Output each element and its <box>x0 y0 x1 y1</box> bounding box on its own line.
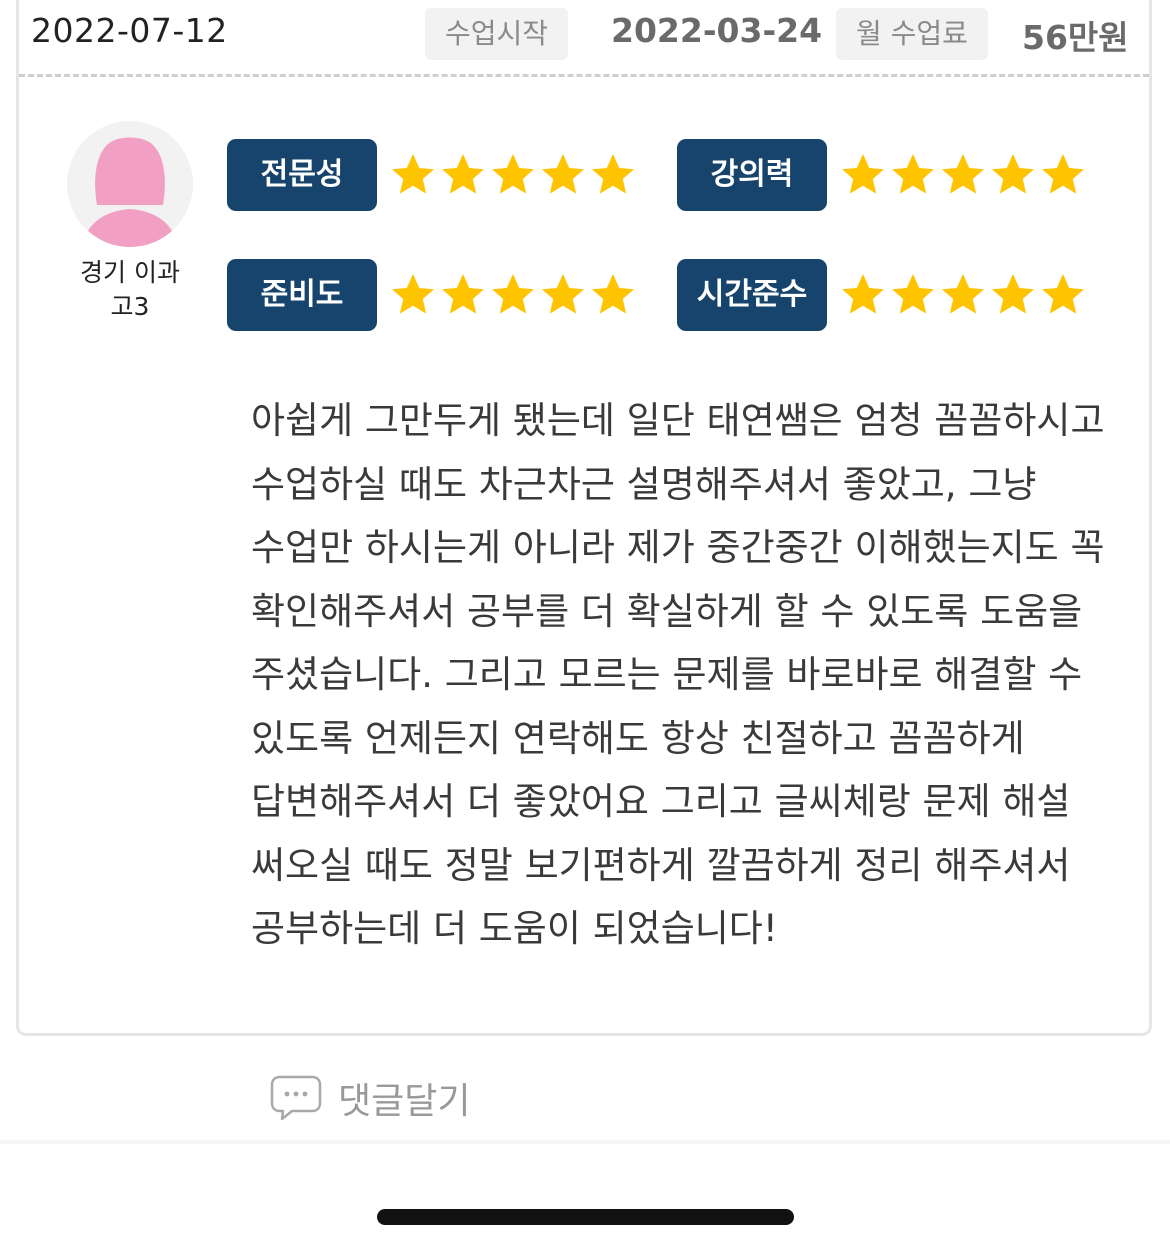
start-label: 수업시작 <box>425 8 569 60</box>
star-icon <box>892 154 934 194</box>
star-icon <box>942 154 984 194</box>
comment-button[interactable]: 댓글달기 <box>270 1072 470 1124</box>
speech-bubble-icon <box>270 1075 322 1121</box>
star-icon <box>492 274 534 314</box>
star-rating <box>389 271 637 319</box>
rating-label: 시간준수 <box>677 259 827 331</box>
star-icon <box>842 154 884 194</box>
start-date: 2022-03-24 <box>611 11 823 50</box>
review-card: 2022-07-12 수업시작 2022-03-24 월 수업료 56만원 경기… <box>16 0 1152 1036</box>
star-rating <box>839 151 1087 199</box>
fee-label: 월 수업료 <box>836 8 988 60</box>
star-icon <box>592 154 634 194</box>
star-icon <box>542 274 584 314</box>
comment-label: 댓글달기 <box>338 1081 471 1122</box>
female-user-icon <box>67 121 193 247</box>
star-icon <box>592 274 634 314</box>
star-icon <box>1042 154 1084 194</box>
star-icon <box>842 274 884 314</box>
student-region: 경기 이과 <box>80 258 180 287</box>
star-icon <box>992 154 1034 194</box>
star-icon <box>392 154 434 194</box>
star-rating <box>839 271 1087 319</box>
star-icon <box>892 274 934 314</box>
section-divider <box>0 1140 1170 1144</box>
star-icon <box>492 154 534 194</box>
home-indicator[interactable] <box>377 1209 794 1225</box>
rating-label: 강의력 <box>677 139 827 211</box>
star-icon <box>392 274 434 314</box>
star-icon <box>942 274 984 314</box>
star-rating <box>389 151 637 199</box>
review-text: 아쉽게 그만두게 됐는데 일단 태연쌤은 엄청 꼼꼼하시고 수업하실 때도 차근… <box>251 399 1105 950</box>
review-date: 2022-07-12 <box>31 11 228 50</box>
star-icon <box>542 154 584 194</box>
star-icon <box>442 274 484 314</box>
fee-amount: 56만원 <box>1022 18 1129 57</box>
star-icon <box>442 154 484 194</box>
review-header: 2022-07-12 수업시작 2022-03-24 월 수업료 56만원 <box>19 3 1149 77</box>
rating-label: 준비도 <box>227 259 377 331</box>
rating-label: 전문성 <box>227 139 377 211</box>
star-icon <box>1042 274 1084 314</box>
star-icon <box>992 274 1034 314</box>
student-grade: 고3 <box>110 292 150 321</box>
